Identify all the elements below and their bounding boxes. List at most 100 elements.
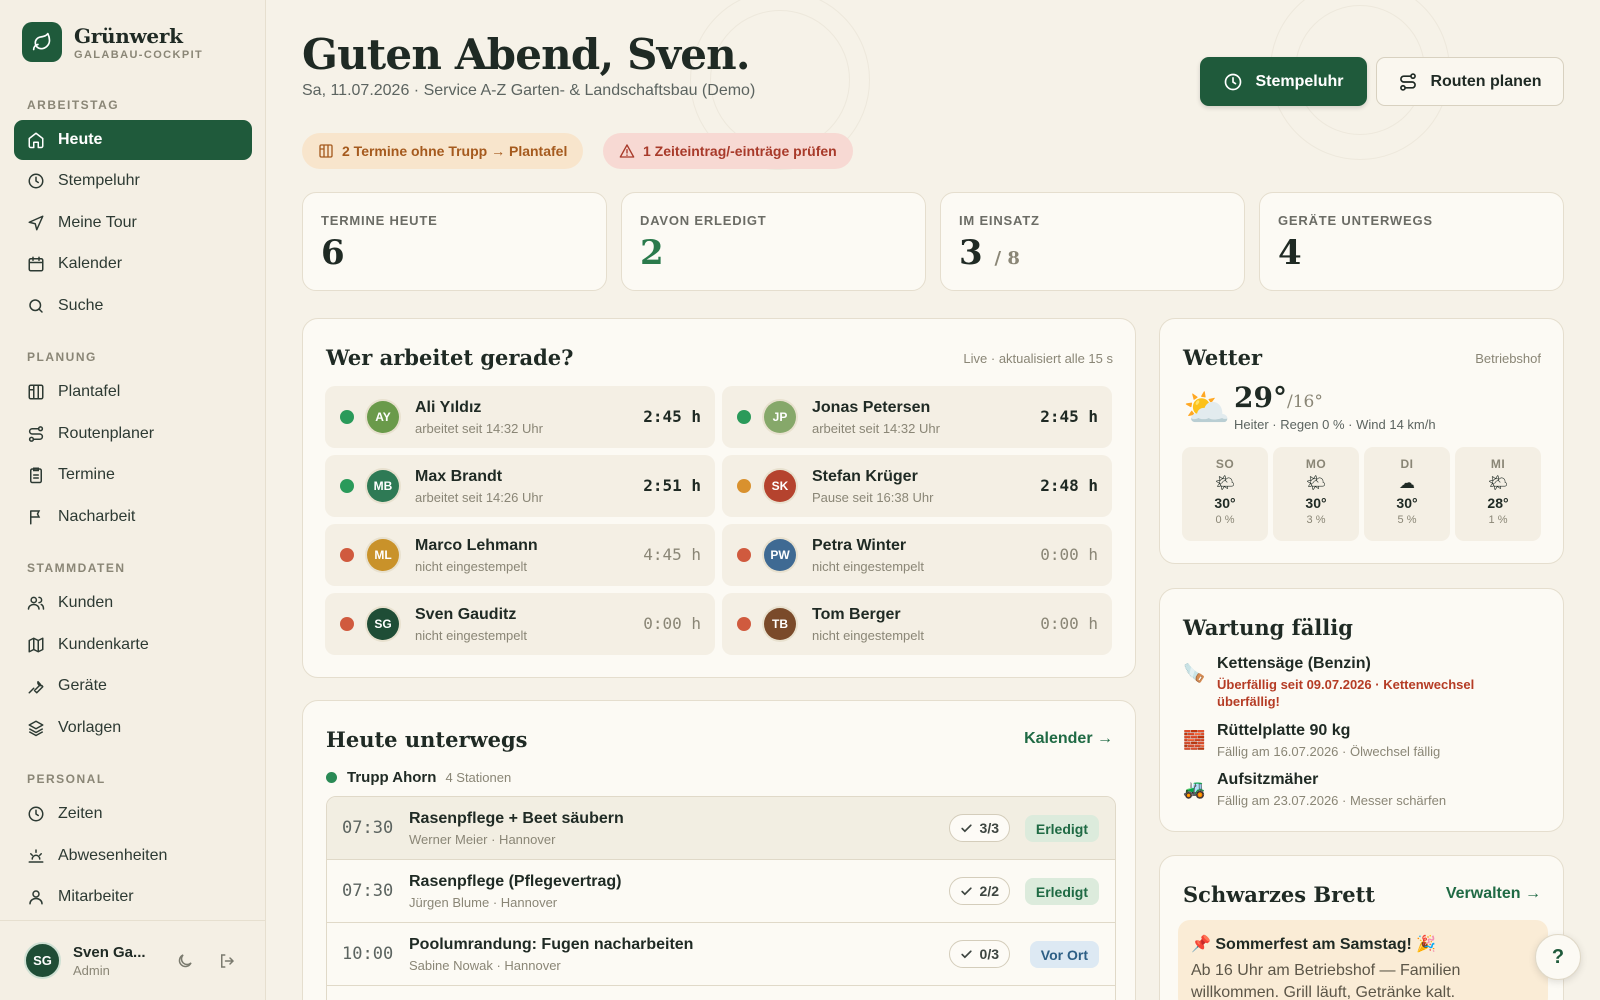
sidebar-item-stempeluhr[interactable]: Stempeluhr (14, 161, 252, 201)
check-icon (960, 949, 972, 958)
sidebar-item-abwesenheiten[interactable]: Abwesenheiten (14, 836, 252, 876)
checklist-badge[interactable]: 2/2 (948, 877, 1010, 905)
help-button[interactable]: ? (1535, 934, 1581, 980)
users-icon (27, 596, 45, 610)
worker-row[interactable]: AY Ali Yıldız arbeitet seit 14:32 Uhr 2:45 … (325, 386, 715, 448)
sidebar-item-label: Mitarbeiter (58, 888, 134, 905)
workers-card: Wer arbeitet gerade? Live · aktualisiert… (302, 318, 1136, 678)
stat-label: TERMINE HEUTE (321, 213, 438, 228)
map-icon (28, 637, 44, 653)
sidebar-item-suche[interactable]: Suche (14, 286, 252, 326)
warning-icon (619, 144, 635, 158)
status-badge: Erledigt (1024, 878, 1099, 905)
worker-row[interactable]: MB Max Brandt arbeitet seit 14:26 Uhr 2:51 … (325, 455, 715, 517)
worker-name: Marco Lehmann (415, 537, 538, 554)
forecast-rain: 0 % (1215, 514, 1235, 526)
worker-row[interactable]: ML Marco Lehmann nicht eingestempelt 4:45 h (325, 524, 715, 586)
forecast-day-label: MI (1490, 457, 1506, 471)
worker-name: Stefan Krüger (812, 468, 918, 485)
wrench-icon (28, 680, 44, 694)
stat-suffix: / 8 (994, 248, 1020, 269)
sidebar-item-plantafel[interactable]: Plantafel (14, 372, 252, 412)
board-icon (28, 384, 44, 400)
sun-cloud-icon: ⛅ (1183, 388, 1231, 430)
stat-value: 2 (640, 233, 664, 273)
clock-icon (28, 173, 44, 189)
kalender-link[interactable]: Kalender → (1024, 730, 1113, 748)
avatar: SG (24, 942, 61, 979)
worker-status: arbeitet seit 14:26 Uhr (415, 490, 543, 505)
user-profile[interactable]: SG Sven Ga... Admin (0, 920, 266, 1000)
sidebar-item-geraete[interactable]: Geräte (14, 666, 252, 706)
logout-icon[interactable] (218, 952, 236, 970)
moon-icon[interactable] (176, 952, 194, 970)
weather-icon: 🌤 (1487, 475, 1509, 492)
sidebar-item-label: Termine (58, 466, 115, 483)
status-dot (340, 617, 354, 631)
sidebar-item-vorlagen[interactable]: Vorlagen (14, 708, 252, 748)
clock-icon (28, 806, 44, 822)
time-entries-alert[interactable]: 1 Zeiteintrag/-einträge prüfen (603, 133, 853, 169)
list-item[interactable]: 07:30 Rasenpflege + Beet säubern Werner … (327, 797, 1115, 860)
worker-row[interactable]: SG Sven Gauditz nicht eingestempelt 0:00 h (325, 593, 715, 655)
workers-meta: Live · aktualisiert alle 15 s (963, 351, 1113, 366)
worker-name: Ali Yıldız (415, 399, 482, 416)
forecast-rain: 3 % (1306, 514, 1326, 526)
list-item[interactable]: 07:30 Rasenpflege (Pflegevertrag) Jürgen… (327, 860, 1115, 923)
avatar: AY (367, 401, 399, 433)
today-card: Heute unterwegs Kalender → Trupp Ahorn 4… (302, 700, 1136, 1000)
stat-label: DAVON ERLEDIGT (640, 213, 767, 228)
worker-row[interactable]: SK Stefan Krüger Pause seit 16:38 Uhr 2:48 … (722, 455, 1112, 517)
stempeluhr-button[interactable]: Stempeluhr (1200, 57, 1367, 106)
checklist-badge[interactable]: 3/3 (948, 814, 1010, 842)
weather-icon: 🌤 (1305, 475, 1327, 492)
status-dot (340, 548, 354, 562)
worker-status: nicht eingestempelt (415, 559, 528, 574)
weather-location: Betriebshof (1475, 351, 1541, 366)
sidebar-item-kundenkarte[interactable]: Kundenkarte (14, 625, 252, 665)
worker-name: Sven Gauditz (415, 606, 517, 623)
sidebar-item-heute[interactable]: Heute (14, 120, 252, 160)
sidebar-item-kalender[interactable]: Kalender (14, 244, 252, 284)
sidebar-item-label: Kundenkarte (58, 636, 149, 653)
sidebar-item-label: Abwesenheiten (58, 847, 168, 864)
routen-planen-button[interactable]: Routen planen (1376, 57, 1564, 106)
worker-name: Petra Winter (812, 537, 907, 554)
list-item[interactable] (327, 986, 1115, 1000)
status-dot (737, 410, 751, 424)
sidebar-item-routenplaner[interactable]: Routenplaner (14, 414, 252, 454)
checklist-badge[interactable]: 0/3 (948, 940, 1010, 968)
sidebar-item-nacharbeit[interactable]: Nacharbeit (14, 497, 252, 537)
unassigned-alert[interactable]: 2 Termine ohne Trupp → Plantafel (302, 133, 584, 169)
page-title: Guten Abend, Sven. (302, 30, 751, 79)
sidebar-item-label: Stempeluhr (58, 172, 140, 189)
sidebar-item-label: Kalender (58, 255, 123, 272)
nav-section-stammdaten: STAMMDATEN (27, 561, 126, 575)
worker-row[interactable]: TB Tom Berger nicht eingestempelt 0:00 h (722, 593, 1112, 655)
worker-row[interactable]: JP Jonas Petersen arbeitet seit 14:32 Uhr 2… (722, 386, 1112, 448)
worker-name: Tom Berger (812, 606, 901, 623)
sidebar-item-kunden[interactable]: Kunden (14, 583, 252, 623)
sidebar-item-zeiten[interactable]: Zeiten (14, 794, 252, 834)
sidebar-item-label: Suche (58, 297, 104, 314)
board-note[interactable]: 📌 Sommerfest am Samstag! 🎉 Ab 16 Uhr am … (1178, 920, 1548, 1000)
trupp-header[interactable]: Trupp Ahorn 4 Stationen (326, 769, 511, 786)
worker-time: 4:45 h (643, 545, 701, 564)
maintenance-item-detail: Fällig am 16.07.2026 · Ölwechsel fällig (1217, 744, 1441, 759)
avatar: TB (764, 608, 796, 640)
note-title: 📌 Sommerfest am Samstag! 🎉 (1191, 936, 1437, 953)
check-icon (960, 823, 972, 832)
worker-row[interactable]: PW Petra Winter nicht eingestempelt 0:00 h (722, 524, 1112, 586)
sidebar-item-label: Kunden (58, 594, 114, 611)
brand-subtitle: GALABAU-COCKPIT (74, 48, 204, 61)
clock-icon (1225, 73, 1242, 90)
maintenance-title: Wartung fällig (1183, 615, 1353, 640)
brand[interactable]: Grünwerk GALABAU-COCKPIT (22, 22, 203, 62)
user-role: Admin (73, 962, 110, 978)
sidebar-item-mitarbeiter[interactable]: Mitarbeiter (14, 877, 252, 917)
list-item[interactable]: 10:00 Poolumrandung: Fugen nacharbeiten … (327, 923, 1115, 986)
worker-time: 2:45 h (643, 407, 701, 426)
sidebar-item-termine[interactable]: Termine (14, 455, 252, 495)
verwalten-link[interactable]: Verwalten → (1446, 885, 1541, 903)
sidebar-item-meine-tour[interactable]: Meine Tour (14, 203, 252, 243)
